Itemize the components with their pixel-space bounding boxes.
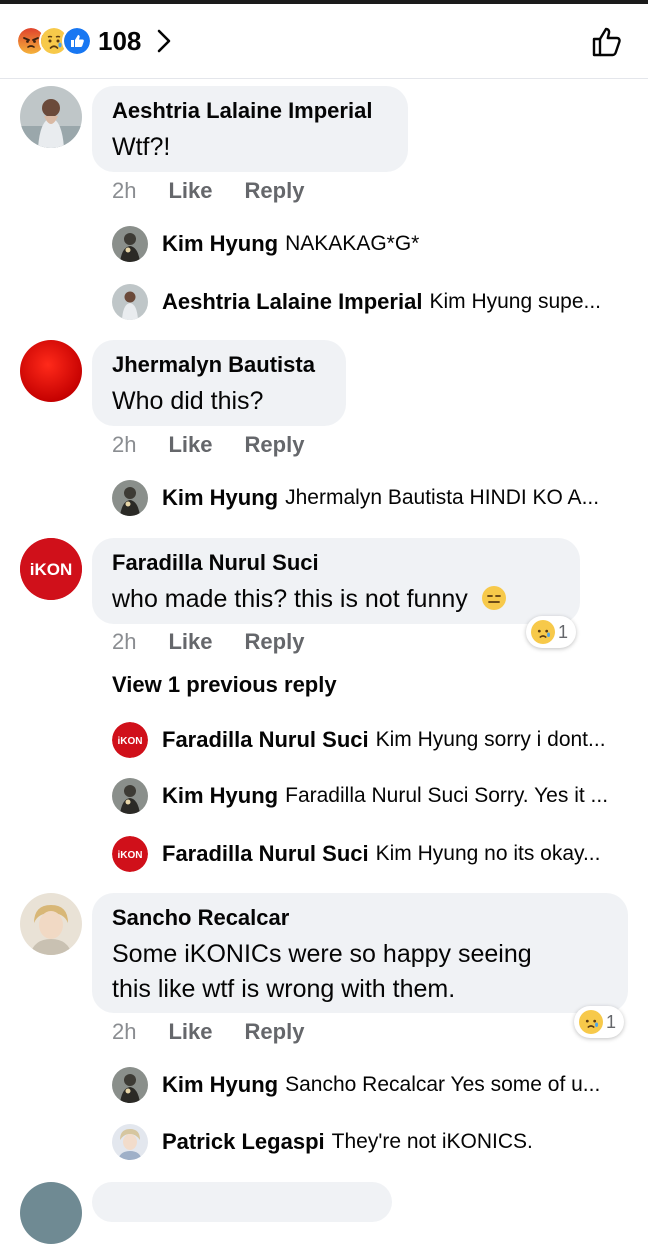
comment-text: Who did this? (112, 387, 264, 415)
reply-text: Kim Hyung sorry i dont... (375, 728, 606, 751)
like-link[interactable]: Like (168, 178, 212, 204)
comment-text-line: who made this? this is not funny (112, 582, 560, 617)
reply-text: They're not iKONICS. (331, 1130, 533, 1153)
comment-time: 2h (112, 1019, 137, 1044)
comment-author[interactable]: Aeshtria Lalaine Imperial (112, 98, 388, 124)
avatar (112, 284, 148, 320)
reply-link[interactable]: Reply (245, 629, 305, 655)
ikon-logo-text: iKON (118, 736, 143, 747)
avatar[interactable]: iKON (20, 538, 82, 600)
reaction-count: 1 (558, 621, 569, 642)
reply-text: Kim Hyung supe... (429, 290, 602, 313)
comment-text: Wtf?! (112, 133, 171, 161)
reactions-header: 108 (0, 4, 648, 79)
reply-author[interactable]: Faradilla Nurul Suci (162, 727, 369, 753)
avatar: iKON (112, 836, 148, 872)
avatar (112, 480, 148, 516)
comment-time: 2h (112, 178, 137, 203)
comment-author[interactable]: Faradilla Nurul Suci (112, 550, 560, 576)
comment-text: Some iKONICs were so happy seeing this l… (112, 937, 608, 1007)
reply-text: Sancho Recalcar Yes some of u... (285, 1073, 601, 1096)
comment-bubble[interactable]: Aeshtria Lalaine Imperial Wtf?! (92, 86, 408, 172)
reply-item[interactable]: Kim Hyung NAKAKAG*G* (112, 226, 419, 262)
avatar: iKON (112, 722, 148, 758)
comment-text: who made this? this is not funny (112, 585, 468, 613)
reply-text: Jhermalyn Bautista HINDI KO A... (285, 486, 600, 509)
avatar (112, 1124, 148, 1160)
reply-author[interactable]: Kim Hyung (162, 231, 278, 257)
avatar (112, 226, 148, 262)
ikon-logo-text: iKON (118, 850, 143, 861)
comment-actions: 2h Like Reply (112, 627, 304, 657)
comment-bubble[interactable]: Sancho Recalcar Some iKONICs were so hap… (92, 893, 628, 1013)
avatar[interactable] (20, 86, 82, 148)
avatar[interactable] (20, 1182, 82, 1244)
like-link[interactable]: Like (168, 629, 212, 655)
reply-author[interactable]: Kim Hyung (162, 1072, 278, 1098)
sad-icon (531, 620, 555, 644)
reactions-summary[interactable]: 108 (16, 26, 173, 56)
comment-author[interactable]: Sancho Recalcar (112, 905, 608, 931)
comment-bubble[interactable] (92, 1182, 392, 1222)
avatar (112, 778, 148, 814)
reply-item[interactable]: Aeshtria Lalaine Imperial Kim Hyung supe… (112, 284, 601, 320)
comment-author[interactable]: Jhermalyn Bautista (112, 352, 326, 378)
reply-link[interactable]: Reply (245, 178, 305, 204)
comment-time: 2h (112, 432, 137, 457)
reply-author[interactable]: Kim Hyung (162, 485, 278, 511)
avatar[interactable] (20, 340, 82, 402)
reply-text: Kim Hyung no its okay... (375, 842, 601, 865)
comment-time: 2h (112, 629, 137, 654)
reply-author[interactable]: Faradilla Nurul Suci (162, 841, 369, 867)
reply-text: Faradilla Nurul Suci Sorry. Yes it ... (285, 784, 609, 807)
reply-item[interactable]: Patrick Legaspi They're not iKONICS. (112, 1124, 533, 1160)
reply-author[interactable]: Aeshtria Lalaine Imperial (162, 289, 422, 315)
reply-link[interactable]: Reply (245, 1019, 305, 1045)
comment-bubble[interactable]: Faradilla Nurul Suci who made this? this… (92, 538, 580, 624)
ikon-logo-text: iKON (30, 560, 73, 579)
like-link[interactable]: Like (168, 432, 212, 458)
reply-author[interactable]: Patrick Legaspi (162, 1129, 325, 1155)
reaction-count: 108 (98, 25, 142, 56)
reply-author[interactable]: Kim Hyung (162, 783, 278, 809)
comment-reaction-badge[interactable]: 1 (526, 616, 577, 648)
avatar (112, 1067, 148, 1103)
like-button-icon[interactable] (590, 24, 626, 60)
reply-item[interactable]: Kim Hyung Jhermalyn Bautista HINDI KO A.… (112, 480, 599, 516)
expressionless-emoji-icon (481, 586, 506, 610)
view-previous-replies-link[interactable]: View 1 previous reply (112, 672, 337, 698)
like-icon (62, 26, 92, 56)
comment-actions: 2h Like Reply (112, 176, 304, 206)
reply-link[interactable]: Reply (245, 432, 305, 458)
avatar[interactable] (20, 893, 82, 955)
reply-item[interactable]: iKON Faradilla Nurul Suci Kim Hyung sorr… (112, 722, 606, 758)
sad-icon (579, 1010, 603, 1034)
comment-reaction-badge[interactable]: 1 (574, 1006, 625, 1038)
comment-bubble[interactable]: Jhermalyn Bautista Who did this? (92, 340, 346, 426)
reply-item[interactable]: iKON Faradilla Nurul Suci Kim Hyung no i… (112, 836, 600, 872)
reaction-count: 1 (606, 1011, 617, 1032)
comment-actions: 2h Like Reply (112, 430, 304, 460)
comment-actions: 2h Like Reply (112, 1017, 304, 1047)
reply-item[interactable]: Kim Hyung Sancho Recalcar Yes some of u.… (112, 1067, 600, 1103)
comment-text-line-2: this like wtf is wrong with them. (112, 975, 456, 1003)
reply-item[interactable]: Kim Hyung Faradilla Nurul Suci Sorry. Ye… (112, 778, 608, 814)
reply-text: NAKAKAG*G* (285, 232, 420, 255)
like-link[interactable]: Like (168, 1019, 212, 1045)
comment-text-line-1: Some iKONICs were so happy seeing (112, 940, 532, 968)
chevron-right-icon (158, 29, 171, 53)
